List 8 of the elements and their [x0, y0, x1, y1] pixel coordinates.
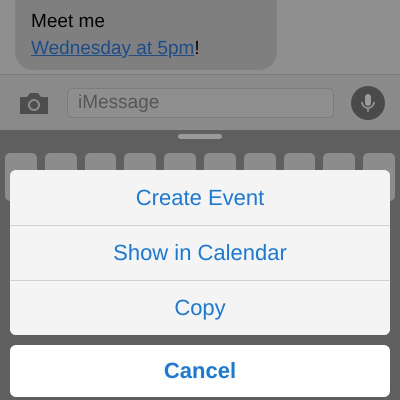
grab-handle[interactable]: [178, 134, 222, 139]
message-text: Meet me Wednesday at 5pm!: [31, 10, 201, 61]
date-link[interactable]: Wednesday at 5pm: [31, 38, 194, 59]
cancel-button[interactable]: Cancel: [10, 345, 390, 397]
message-field[interactable]: iMessage: [67, 88, 334, 118]
camera-icon[interactable]: [18, 90, 50, 114]
action-button[interactable]: Copy: [10, 280, 390, 335]
microphone-icon[interactable]: [351, 86, 385, 120]
